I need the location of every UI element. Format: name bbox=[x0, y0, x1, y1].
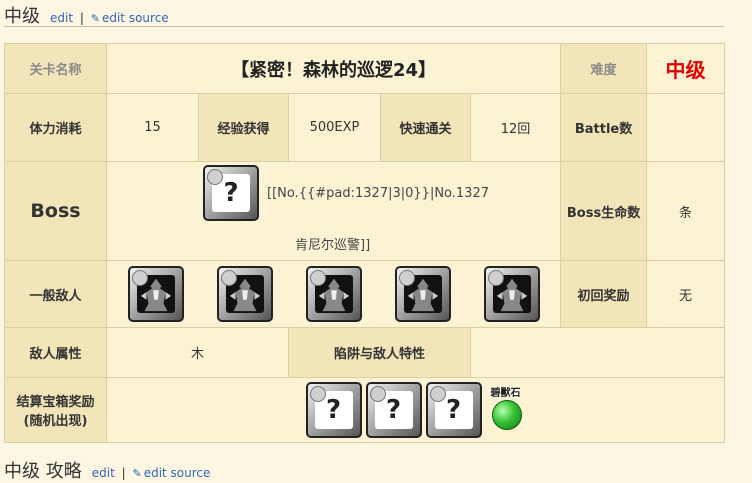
battles-value bbox=[646, 93, 726, 162]
traps-label: 陷阱与敌人特性 bbox=[288, 327, 471, 378]
stage-name-label: 关卡名称 bbox=[4, 43, 107, 94]
row-stats: 体力消耗 15 经验获得 500EXP 快速通关 12回 Battle数 bbox=[4, 93, 726, 162]
boss-hp-value: 条 bbox=[646, 161, 726, 261]
difficulty-value: 中级 bbox=[665, 58, 706, 82]
difficulty-label: 难度 bbox=[560, 43, 648, 94]
row-boss: Boss ? [[No.{{#pad:1327|3|0}}|No.1327 肯尼… bbox=[4, 161, 726, 261]
enemy-monster-icon[interactable] bbox=[305, 266, 362, 322]
chest-rewards-cell: ? ? ? 碧獸石 bbox=[105, 377, 726, 443]
chest-reward-label: 结算宝箱奖励 (随机出现) bbox=[4, 377, 107, 443]
row-chest-rewards: 结算宝箱奖励 (随机出现) ? ? ? 碧獸石 bbox=[4, 377, 726, 443]
exp-label: 经验获得 bbox=[198, 93, 289, 162]
enemy-monster-icon[interactable] bbox=[216, 266, 273, 322]
edit-source-link[interactable]: ✎ edit source bbox=[132, 466, 210, 480]
link-separator: | bbox=[79, 11, 84, 25]
boss-hp-label: Boss生命数 bbox=[560, 161, 648, 261]
quick-clear-value: 12回 bbox=[469, 93, 562, 162]
link-separator: | bbox=[121, 466, 126, 480]
first-reward-value: 无 bbox=[646, 260, 726, 328]
boss-unknown-icon[interactable]: ? bbox=[203, 165, 259, 221]
enemies-label: 一般敌人 bbox=[4, 260, 107, 328]
stamina-label: 体力消耗 bbox=[4, 93, 107, 162]
edit-links: edit | ✎ edit source bbox=[50, 11, 169, 25]
enemies-cell bbox=[105, 260, 562, 328]
boss-cell: ? [[No.{{#pad:1327|3|0}}|No.1327 肯尼尔巡警]] bbox=[105, 161, 562, 261]
boss-text-line-1: [[No.{{#pad:1327|3|0}}|No.1327 bbox=[267, 186, 489, 201]
stamina-value: 15 bbox=[106, 93, 199, 162]
battles-label: Battle数 bbox=[560, 93, 648, 162]
quick-clear-label: 快速通关 bbox=[380, 93, 471, 162]
pencil-icon: ✎ bbox=[90, 12, 100, 25]
boss-text-line-2: 肯尼尔巡警]] bbox=[295, 238, 371, 253]
stage-info-table: 关卡名称 【紧密！森林的巡逻24】 难度 中级 体力消耗 15 经验获得 500… bbox=[4, 43, 726, 443]
row-stage-name: 关卡名称 【紧密！森林的巡逻24】 难度 中级 bbox=[4, 43, 726, 94]
heading-rule bbox=[4, 26, 724, 27]
enemy-monster-icon[interactable] bbox=[483, 266, 540, 322]
pencil-icon: ✎ bbox=[132, 467, 142, 480]
difficulty-cell: 中级 bbox=[646, 43, 726, 94]
section-heading-bottom: 中级 攻略 edit | ✎ edit source bbox=[4, 457, 211, 482]
row-attributes: 敌人属性 木 陷阱与敌人特性 bbox=[4, 327, 726, 378]
edit-link[interactable]: edit bbox=[92, 466, 115, 480]
stage-name: 【紧密！森林的巡逻24】 bbox=[230, 59, 437, 81]
section-heading-top: 中级 edit | ✎ edit source bbox=[4, 2, 169, 27]
boss-label-cell: Boss bbox=[4, 161, 107, 261]
first-reward-label: 初回奖励 bbox=[560, 260, 648, 328]
edit-links: edit | ✎ edit source bbox=[92, 466, 211, 480]
enemy-attr-value: 木 bbox=[106, 327, 289, 378]
reward-unknown-icon[interactable]: ? bbox=[425, 382, 482, 438]
reward-unknown-icon[interactable]: ? bbox=[305, 382, 362, 438]
green-gem-reward[interactable]: 碧獸石 bbox=[486, 382, 526, 438]
enemy-monster-icon[interactable] bbox=[127, 266, 184, 322]
row-enemies: 一般敌人 初回奖励 无 bbox=[4, 260, 726, 328]
gem-label: 碧獸石 bbox=[490, 388, 521, 399]
section-title: 中级 bbox=[4, 6, 40, 27]
green-gem-icon bbox=[491, 400, 522, 430]
stage-name-cell: 【紧密！森林的巡逻24】 bbox=[105, 43, 562, 94]
edit-source-link[interactable]: ✎ edit source bbox=[91, 11, 169, 25]
enemy-monster-icon[interactable] bbox=[394, 266, 451, 322]
enemy-attr-label: 敌人属性 bbox=[4, 327, 107, 378]
exp-value: 500EXP bbox=[288, 93, 381, 162]
reward-unknown-icon[interactable]: ? bbox=[365, 382, 422, 438]
traps-value bbox=[469, 327, 726, 378]
edit-link[interactable]: edit bbox=[50, 11, 73, 25]
section-title: 中级 攻略 bbox=[4, 461, 82, 482]
boss-label: Boss bbox=[30, 200, 81, 222]
